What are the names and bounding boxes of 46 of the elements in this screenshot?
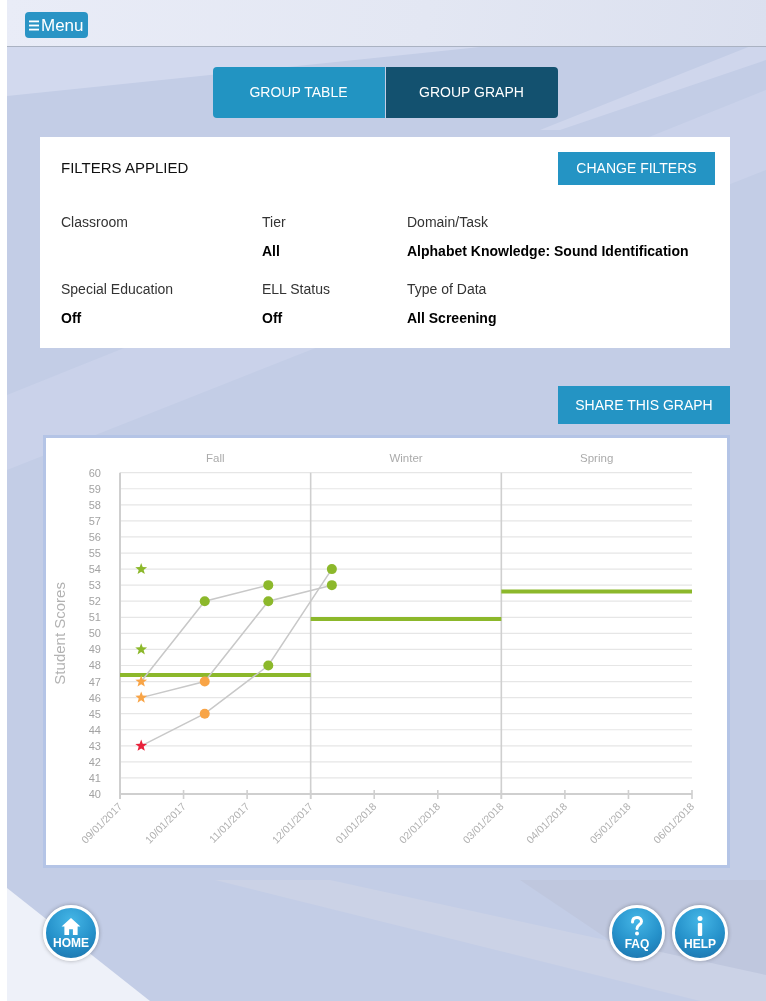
filter-label: ELL Status (262, 280, 331, 299)
y-tick-label: 43 (88, 739, 101, 752)
filter-value: All Screening (407, 309, 498, 328)
y-tick-label: 44 (88, 723, 101, 736)
y-tick-label: 50 (88, 627, 101, 640)
y-tick-label: 46 (88, 691, 101, 704)
season-label: Fall (206, 452, 225, 464)
share-graph-button[interactable]: SHARE THIS GRAPH (558, 386, 730, 424)
y-tick-label: 54 (88, 563, 101, 576)
y-tick-label: 60 (88, 466, 101, 479)
y-tick-label: 53 (88, 579, 101, 592)
filter-value: Alphabet Knowledge: Sound Identification (407, 242, 690, 261)
y-tick-label: 49 (88, 643, 101, 656)
menu-button[interactable]: Menu (25, 12, 88, 38)
y-tick-label: 57 (88, 514, 101, 527)
filter-value: Off (61, 309, 83, 328)
info-icon (697, 916, 703, 936)
view-tab[interactable]: GROUP GRAPH (385, 67, 558, 118)
y-tick-label: 45 (88, 707, 101, 720)
view-tab[interactable]: GROUP TABLE (212, 67, 385, 118)
y-tick-label: 41 (88, 771, 101, 784)
y-tick-label: 55 (88, 547, 101, 560)
y-tick-label: 40 (88, 788, 101, 800)
season-label: Spring (580, 452, 614, 464)
axis-title: Student Scores (51, 582, 69, 685)
filter-label: Special Education (61, 280, 175, 299)
filter-label: Type of Data (407, 280, 488, 299)
y-tick-label: 48 (88, 659, 101, 672)
filter-value: Off (262, 309, 284, 328)
filter-label: Domain/Task (407, 213, 489, 232)
y-tick-label: 59 (88, 482, 101, 495)
y-tick-label: 42 (88, 755, 101, 768)
y-tick-label: 58 (88, 498, 101, 511)
menu-icon (29, 19, 39, 31)
change-filters-button[interactable]: CHANGE FILTERS (558, 152, 715, 185)
filter-label: Tier (262, 213, 287, 232)
season-label: Winter (389, 452, 423, 464)
y-tick-label: 56 (88, 530, 101, 543)
y-tick-label: 52 (88, 595, 101, 608)
house-icon (61, 917, 81, 935)
filter-label: Classroom (61, 213, 129, 232)
y-tick-label: 51 (88, 611, 101, 624)
y-tick-label: 47 (88, 675, 101, 688)
question-mark-icon (630, 916, 644, 936)
filter-value: All (262, 242, 281, 261)
filters-title: FILTERS APPLIED (61, 158, 189, 179)
